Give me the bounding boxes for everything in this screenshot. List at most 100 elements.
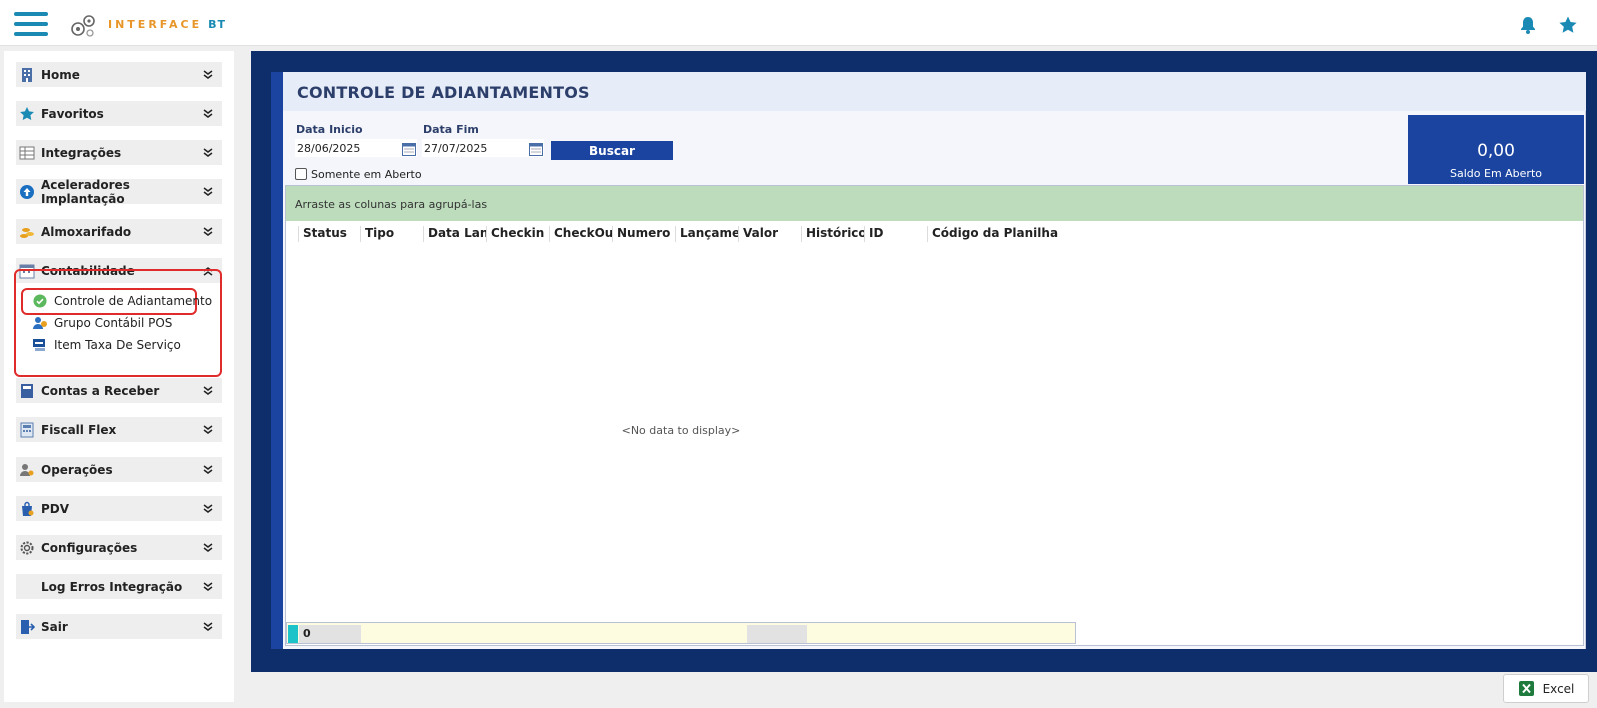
gear-icon [20, 541, 34, 554]
building-icon [22, 67, 32, 82]
chevron-down-icon [203, 69, 213, 79]
group-by-panel[interactable]: Arraste as colunas para agrupá-las [286, 186, 1583, 221]
sidebar: Home Favoritos Integrações Aceleradores … [4, 51, 234, 702]
sidebar-item-favoritos[interactable]: Favoritos [16, 101, 222, 126]
submenu-item-item-taxa-de-servico[interactable]: Item Taxa De Serviço [32, 335, 181, 355]
chevron-down-icon [203, 147, 213, 157]
calculator-icon [20, 422, 34, 437]
sidebar-item-label: PDV [41, 501, 70, 516]
favorite-star-icon[interactable] [1558, 15, 1578, 35]
app-logo-text: INTERFACE BT [108, 18, 227, 31]
footer-indicator [288, 625, 298, 643]
chevron-down-icon [203, 581, 213, 591]
hamburger-menu-icon[interactable] [14, 12, 48, 38]
column-header-historico[interactable]: Histórico [801, 226, 864, 242]
excel-export-button[interactable]: Excel [1503, 674, 1589, 703]
excel-icon [1518, 681, 1534, 696]
shopping-bag-icon [22, 501, 34, 516]
bottom-toolbar [251, 672, 1597, 708]
panel-left-accent [271, 72, 283, 649]
chevron-down-icon [203, 226, 213, 236]
data-fim-label: Data Fim [423, 123, 479, 136]
sidebar-item-label: Home [41, 67, 80, 82]
calendar-picker-icon[interactable] [402, 142, 416, 156]
group-by-hint: Arraste as colunas para agrupá-las [295, 198, 488, 211]
sidebar-item-integracoes[interactable]: Integrações [16, 140, 222, 165]
column-header-checkout[interactable]: CheckOut [549, 226, 612, 242]
sidebar-item-label: Almoxarifado [41, 224, 132, 239]
data-fim-input[interactable] [422, 139, 544, 157]
gears-logo-icon [71, 15, 95, 37]
user-gear-icon [20, 463, 34, 476]
sidebar-item-label: Fiscall Flex [41, 422, 117, 437]
sidebar-item-aceleradores-implantacao[interactable]: Aceleradores Implantação [16, 177, 222, 206]
sidebar-item-label: Log Erros Integração [41, 579, 183, 594]
grid-footer: 0 [286, 622, 1076, 644]
chevron-down-icon [203, 108, 213, 118]
chevron-down-icon [203, 424, 213, 434]
saldo-value: 0,00 [1477, 141, 1515, 161]
submenu-item-label: Item Taxa De Serviço [54, 338, 181, 352]
sidebar-item-label: Configurações [41, 540, 138, 555]
submenu-item-label: Grupo Contábil POS [54, 316, 173, 330]
page-title-bar: CONTROLE DE ADIANTAMENTOS [283, 72, 1586, 111]
saldo-em-aberto-card: 0,00 Saldo Em Aberto [1408, 115, 1584, 184]
sidebar-item-fiscall-flex[interactable]: Fiscall Flex [16, 417, 222, 442]
sidebar-item-label: Aceleradores Implantação [41, 177, 130, 206]
sidebar-item-label: Operações [41, 462, 113, 477]
chevron-down-icon [203, 542, 213, 552]
chevron-down-icon [203, 385, 213, 395]
column-header-tipo[interactable]: Tipo [360, 226, 423, 242]
sidebar-item-label: Sair [41, 619, 68, 634]
sidebar-item-label: Favoritos [41, 106, 104, 121]
somente-aberto-checkbox[interactable] [295, 168, 307, 180]
empty-grid-message: <No data to display> [621, 424, 741, 437]
sidebar-item-log-erros-integracao[interactable]: Log Erros Integração [16, 574, 222, 599]
top-bar: INTERFACE BT [0, 0, 1597, 46]
column-header-codigo-planilha[interactable]: Código da Planilha [927, 226, 1077, 242]
chevron-down-icon [203, 186, 213, 196]
buscar-button[interactable]: Buscar [551, 141, 673, 160]
upload-circle-icon [20, 184, 34, 199]
column-header-lancamentos[interactable]: Lançamentos [675, 226, 738, 242]
chevron-down-icon [203, 503, 213, 513]
advances-grid: Arraste as colunas para agrupá-las Statu… [285, 185, 1584, 646]
service-tag-icon [33, 339, 45, 351]
page-title: CONTROLE DE ADIANTAMENTOS [297, 83, 590, 102]
data-inicio-label: Data Inicio [296, 123, 363, 136]
chevron-down-icon [203, 464, 213, 474]
chevron-down-icon [203, 621, 213, 631]
sidebar-item-pdv[interactable]: PDV [16, 496, 222, 521]
bell-icon[interactable] [1518, 15, 1538, 35]
exit-door-icon [21, 619, 35, 634]
footer-count: 0 [299, 625, 361, 643]
column-header-numero-reserva[interactable]: Numero Reserva [612, 226, 675, 242]
saldo-label: Saldo Em Aberto [1450, 167, 1542, 180]
submenu-item-label: Controle de Adiantamento [54, 294, 213, 308]
sidebar-item-label: Integrações [41, 145, 122, 160]
somente-aberto-label: Somente em Aberto [311, 168, 422, 181]
sidebar-item-home[interactable]: Home [16, 62, 222, 87]
star-icon [20, 106, 34, 120]
log-icon [19, 579, 35, 595]
excel-button-label: Excel [1542, 681, 1575, 696]
check-circle-icon [33, 294, 47, 308]
footer-summary-cell [747, 625, 807, 643]
column-header-status[interactable]: Status [298, 226, 360, 242]
column-header-checkin[interactable]: Checkin [486, 226, 549, 242]
column-header-valor[interactable]: Valor [738, 226, 801, 242]
submenu-item-grupo-contabil-pos[interactable]: Grupo Contábil POS [32, 313, 172, 333]
calendar-picker-icon[interactable] [529, 142, 543, 156]
sidebar-item-contas-a-receber[interactable]: Contas a Receber [16, 378, 222, 403]
book-icon [21, 383, 33, 398]
column-header-data-lancamento[interactable]: Data Lançamento [423, 226, 486, 242]
sidebar-item-almoxarifado[interactable]: Almoxarifado [16, 219, 222, 244]
users-icon [33, 317, 47, 329]
sidebar-item-configuracoes[interactable]: Configurações [16, 535, 222, 560]
sidebar-item-sair[interactable]: Sair [16, 614, 222, 639]
sidebar-item-label: Contas a Receber [41, 383, 160, 398]
submenu-item-controle-de-adiantamento[interactable]: Controle de Adiantamento [32, 291, 212, 311]
data-inicio-input[interactable] [295, 139, 417, 157]
column-header-id[interactable]: ID [864, 226, 927, 242]
sidebar-item-operacoes[interactable]: Operações [16, 457, 222, 482]
